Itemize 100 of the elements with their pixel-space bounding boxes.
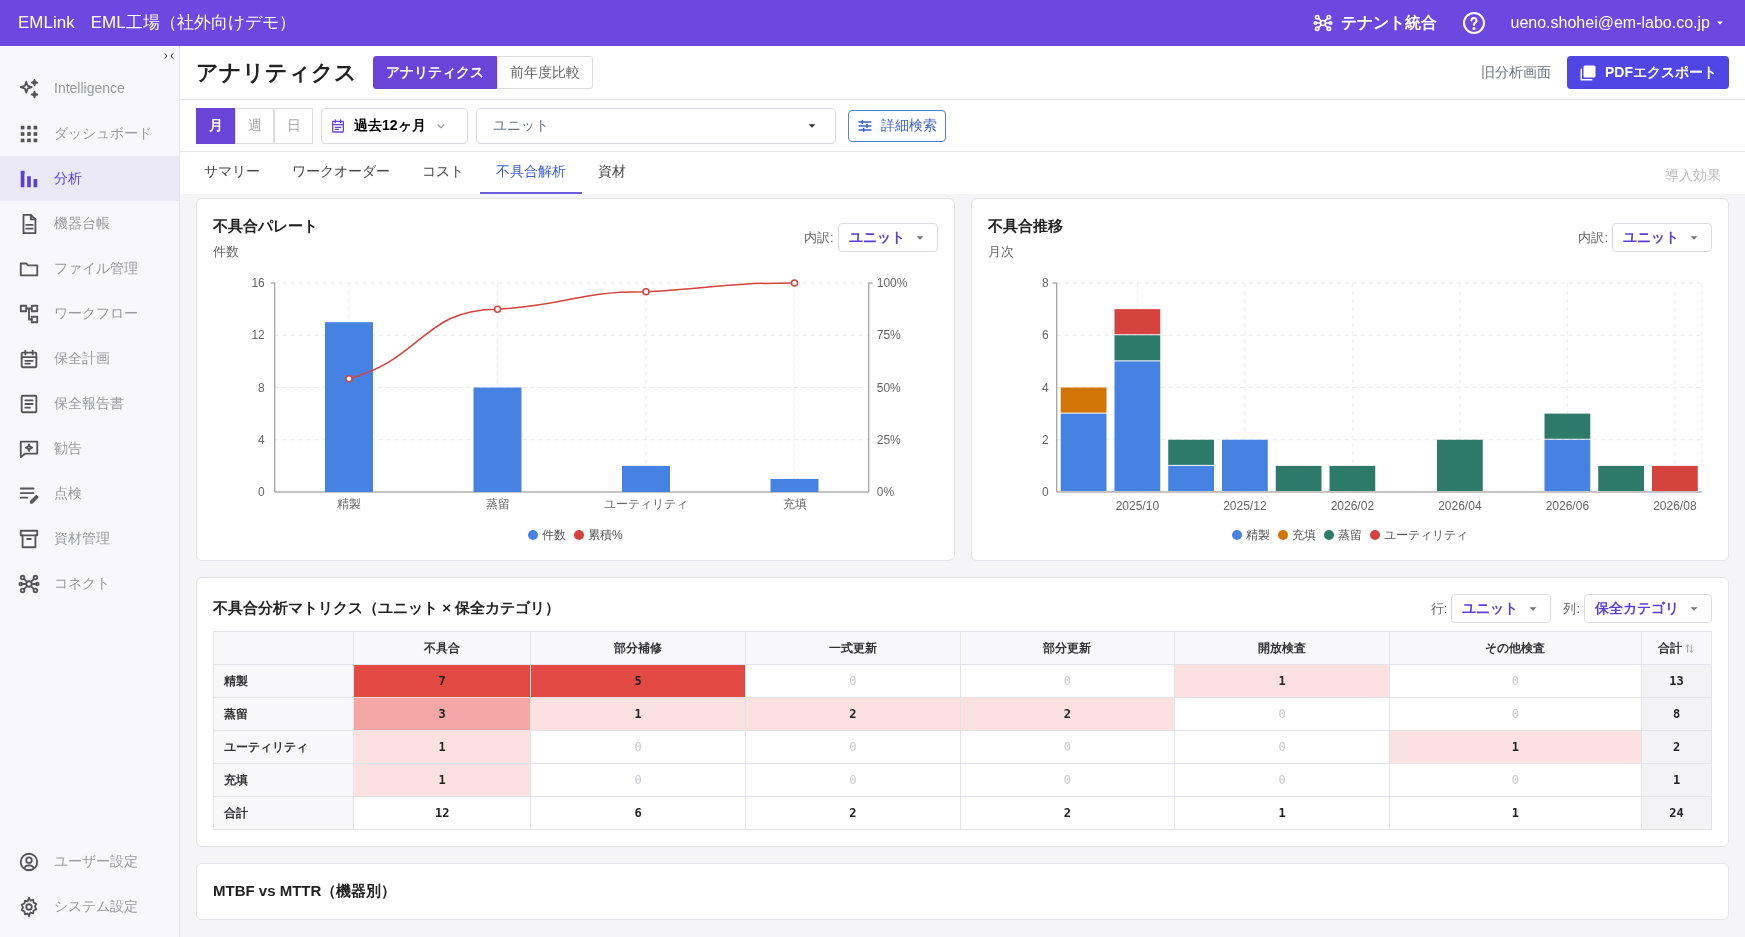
tab[interactable]: サマリー [188,151,276,194]
network-icon [18,572,40,595]
axis-label: 100% [876,276,908,290]
axis-label: 8 [258,380,265,395]
column-header: 部分更新 [960,631,1175,665]
axis-label: 16 [251,276,265,290]
legend-label: 累積% [587,527,623,544]
legend-label: 蒸留 [1337,527,1362,544]
dropdown-label: 行: [1430,599,1448,618]
breakdown-dropdown[interactable]: ユニット [1612,223,1712,252]
unit-select[interactable]: ユニット [476,107,836,144]
table-cell: 1 [1174,664,1390,698]
advanced-search-button[interactable]: 詳細検索 [848,109,946,142]
table-cell: 24 [1641,796,1712,830]
table-cell: 1 [353,763,531,797]
view-toggle[interactable]: 前年度比較 [497,56,593,89]
table-cell: 6 [530,796,746,830]
breakdown-dropdown[interactable]: 保全カテゴリ [1584,594,1712,623]
bar [1167,439,1214,465]
column-header: 開放検査 [1174,631,1390,665]
axis-label: 12 [251,328,265,343]
table-cell: 1 [1174,796,1390,830]
row-header: 精製 [213,664,354,698]
table-cell: 2 [745,796,961,830]
axis-label: 2025/10 [1115,499,1159,513]
row-header: ユーティリティ [213,730,354,764]
legend-label: 精製 [1245,527,1270,544]
table-cell: 2 [745,697,961,731]
row-header: 蒸留 [213,697,354,731]
axis-label: 2026/06 [1545,499,1589,513]
table-cell: 2 [960,796,1175,830]
table-cell: 1 [353,730,531,764]
axis-label: 2026/08 [1652,499,1697,513]
tab[interactable]: ワークオーダー [276,151,406,194]
bar [1221,439,1268,491]
axis-label: 4 [1041,380,1049,395]
report-icon [18,392,40,415]
tab[interactable]: コスト [406,151,480,194]
period-toggle[interactable]: 月 [196,107,235,144]
tab[interactable]: 資材 [582,151,642,194]
settings-icon [18,895,40,918]
table-cell: 1 [1389,730,1642,764]
card-title: 不具合推移 [987,216,1063,236]
axis-label: 2026/02 [1330,499,1374,513]
card-title: 不具合分析マトリクス（ユニット × 保全カテゴリ） [213,598,561,619]
view-toggle[interactable]: アナリティクス [373,56,497,89]
table-cell: 3 [353,697,531,731]
data-point [345,374,353,383]
calendar-icon [18,347,40,370]
table-cell: 1 [1641,763,1712,797]
axis-label: 2025/12 [1222,499,1267,513]
legend-label: 充填 [1291,527,1316,544]
card-title: MTBF vs MTTR（機器別） [213,881,398,901]
help-icon[interactable] [1461,11,1486,35]
table-cell: 2 [960,697,1175,731]
network-icon [1312,13,1333,33]
column-header: その他検査 [1389,631,1642,665]
pdf-icon [1579,63,1597,82]
breakdown-dropdown[interactable]: ユニット [837,223,938,252]
workflow-icon [18,302,40,325]
axis-label: 0 [258,485,265,499]
legend-label: ユーティリティ [1383,527,1468,544]
bar [1329,465,1375,491]
tenant-button[interactable]: テナント統合 [1311,10,1438,36]
user-menu[interactable]: ueno.shohei@em-labo.co.jp [1509,10,1727,36]
sidebar-item[interactable]: 分析 [0,156,179,201]
brand-name: EMLink [18,12,75,35]
table-cell: 13 [1641,664,1712,698]
axis-label: 蒸留 [485,497,510,511]
row-header: 充填 [213,763,354,797]
collapse-icon[interactable] [163,50,175,62]
dropdown-label: 列: [1563,599,1580,618]
bar [1167,465,1214,491]
table-cell: 1 [530,697,746,731]
axis-label: 75% [876,328,901,343]
table-cell: 1 [1389,796,1642,830]
table-cell: 2 [1641,730,1712,764]
bar [1651,465,1698,491]
organization-name: EML工場（社外向けデモ） [90,12,296,35]
axis-label: 精製 [337,497,361,511]
axis-label: 充填 [782,497,807,511]
column-header[interactable]: 合計 [1641,631,1712,665]
legacy-link[interactable]: 旧分析画面 [1481,62,1551,83]
bar [622,465,670,492]
card-subtitle: 月次 [987,242,1015,261]
column-header: 部分補修 [530,631,746,665]
axis-label: 25% [876,432,901,447]
row-header: 合計 [213,796,354,830]
axis-label: 0% [876,485,895,499]
bar [1275,465,1321,491]
export-button[interactable]: PDFエクスポート [1567,56,1729,89]
breakdown-dropdown[interactable]: ユニット [1451,594,1552,623]
calendar-icon [330,117,346,134]
data-point [642,288,650,296]
date-range-dropdown[interactable]: 過去12ヶ月 [321,107,468,144]
axis-label: 50% [876,380,901,395]
table-cell: 12 [353,796,531,830]
table-cell: 8 [1641,697,1712,731]
card-subtitle: 件数 [213,242,240,261]
bar [770,478,819,492]
